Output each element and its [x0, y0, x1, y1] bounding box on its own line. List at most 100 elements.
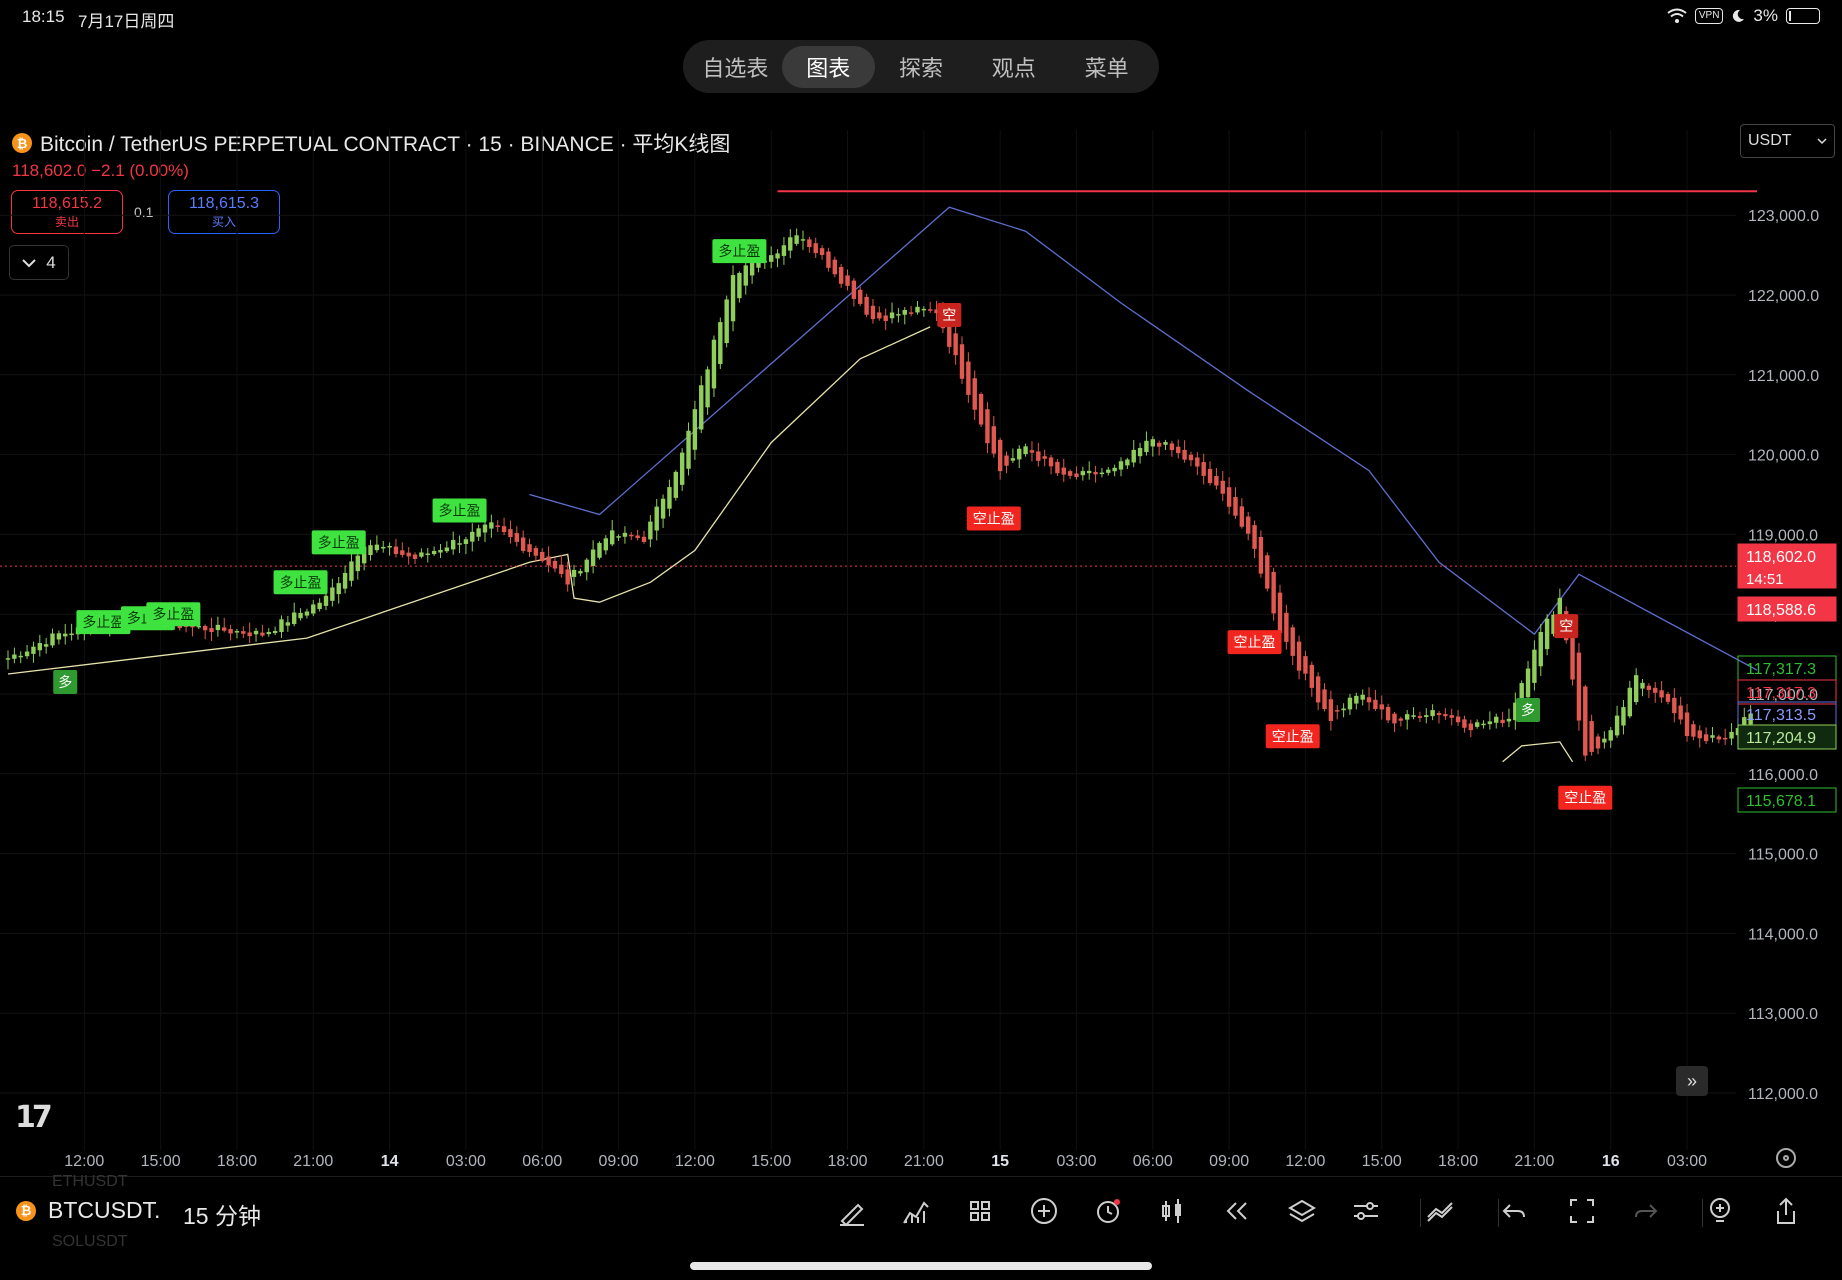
undo-icon[interactable] — [1496, 1193, 1532, 1229]
signal-text: 多 — [58, 674, 72, 691]
candle-body — [807, 239, 812, 248]
signal-text: 多止盈 — [318, 534, 360, 551]
candle-body — [1494, 716, 1499, 723]
candle-body — [37, 643, 42, 651]
support-line-2 — [1502, 741, 1574, 763]
tab-3[interactable]: 观点 — [967, 46, 1060, 88]
candle-body — [1583, 686, 1588, 756]
candle-body — [794, 235, 799, 244]
signal-long-tp: 多止盈 — [146, 602, 201, 627]
candle-body — [1074, 473, 1079, 477]
home-indicator[interactable] — [690, 1262, 1152, 1270]
candle-body — [1055, 461, 1060, 474]
signal-text: 多止盈 — [439, 502, 481, 519]
candle-body — [1284, 612, 1289, 642]
candle-body — [1653, 687, 1658, 693]
layers-icon[interactable] — [1284, 1193, 1320, 1229]
tradingview-logo: 17 — [15, 1100, 53, 1135]
candle-type-icon[interactable] — [1154, 1193, 1190, 1229]
bitcoin-icon: ₿ — [16, 1200, 36, 1221]
gear-icon[interactable] — [1776, 1148, 1796, 1168]
candle-body — [489, 522, 494, 529]
candle-body — [1226, 487, 1232, 507]
candle-body — [266, 631, 271, 635]
battery-icon — [1786, 8, 1820, 24]
tab-1[interactable]: 图表 — [781, 45, 875, 88]
candle-body — [311, 604, 316, 614]
indicators-icon[interactable] — [898, 1193, 934, 1229]
candle-body — [1036, 451, 1041, 461]
candle-body — [1144, 440, 1149, 453]
candle-body — [1417, 716, 1423, 718]
wifi-icon — [1667, 8, 1687, 23]
candle-body — [1538, 631, 1543, 667]
candle-body — [514, 533, 519, 542]
candle-body — [826, 251, 831, 268]
candle-body — [819, 248, 825, 255]
x-tick-label: 15:00 — [751, 1153, 791, 1170]
candle-body — [431, 550, 437, 555]
candle-body — [1468, 723, 1473, 731]
alert-clock-icon[interactable] — [1090, 1193, 1126, 1229]
y-tick-label: 121,000.0 — [1748, 368, 1819, 385]
candle-body — [788, 237, 793, 251]
idea-icon[interactable] — [1702, 1193, 1738, 1229]
candle-body — [1506, 718, 1512, 722]
candle-body — [520, 537, 526, 551]
y-tick-label: 114,000.0 — [1748, 926, 1818, 943]
candle-body — [1436, 713, 1442, 716]
share-icon[interactable] — [1768, 1193, 1804, 1229]
replay-icon[interactable] — [1218, 1193, 1254, 1229]
candle-body — [457, 543, 462, 545]
candle-body — [966, 361, 971, 395]
candle-body — [374, 544, 380, 551]
time-axis: 12:00 15:00 18:00 21:00 14 03:00 06:00 09:00 12:… — [64, 1153, 1707, 1170]
candle-body — [419, 552, 424, 557]
candle-body — [622, 532, 628, 537]
candle-body — [667, 487, 672, 509]
candle-body — [679, 452, 685, 485]
fullscreen-icon[interactable] — [1564, 1193, 1600, 1229]
layouts-grid-icon[interactable] — [962, 1193, 998, 1229]
tab-4[interactable]: 菜单 — [1060, 46, 1153, 88]
tab-2[interactable]: 探索 — [875, 46, 968, 88]
redo-icon[interactable] — [1628, 1193, 1664, 1229]
y-tick-label: 119,000.0 — [1748, 527, 1818, 544]
candle-body — [1398, 718, 1404, 721]
settings-sliders-icon[interactable] — [1348, 1193, 1384, 1229]
tab-0[interactable]: 自选表 — [689, 46, 782, 88]
candle-body — [438, 549, 443, 553]
moon-icon — [1733, 9, 1745, 22]
x-tick-label: 09:00 — [1209, 1153, 1249, 1170]
candle-body — [1277, 592, 1283, 634]
candle-body — [654, 506, 659, 531]
candle-body — [692, 409, 698, 450]
add-circle-icon[interactable] — [1026, 1193, 1062, 1229]
candle-body — [1328, 699, 1334, 721]
x-tick-label: 18:00 — [1438, 1153, 1478, 1170]
scroll-to-realtime-button[interactable]: » — [1676, 1066, 1708, 1096]
symbol-selector[interactable]: ₿ BTCUSDT. — [16, 1197, 160, 1224]
price-chart[interactable]: 多多止盈多止盈多止盈多止盈多止盈多止盈多止盈空空止盈空止盈空止盈多空空止盈 11… — [0, 110, 1842, 1176]
trend-icon[interactable] — [1422, 1193, 1458, 1229]
candle-body — [858, 289, 863, 304]
candle-body — [1646, 685, 1652, 690]
price-label: 118,602.0 14:51 — [1737, 543, 1837, 589]
price-label-countdown: 14:51 — [1746, 571, 1784, 588]
toolbar-separator — [1702, 1199, 1703, 1227]
resistance-trail-line — [529, 206, 1758, 671]
candle-body — [1347, 697, 1353, 710]
candle-body — [1220, 480, 1225, 494]
candle-body — [470, 531, 475, 542]
candle-body — [616, 536, 621, 538]
y-tick-label: 120,000.0 — [1748, 448, 1819, 465]
battery-percent: 3% — [1753, 6, 1778, 25]
candle-body — [1659, 690, 1664, 698]
candle-body — [1118, 461, 1124, 470]
interval-selector[interactable]: 15 分钟 — [183, 1197, 261, 1231]
x-tick-label: 15:00 — [141, 1153, 181, 1170]
candle-body — [1163, 442, 1168, 445]
candle-body — [1010, 458, 1016, 461]
drawing-pen-icon[interactable] — [834, 1193, 870, 1229]
signal-text: 多止盈 — [82, 614, 124, 631]
